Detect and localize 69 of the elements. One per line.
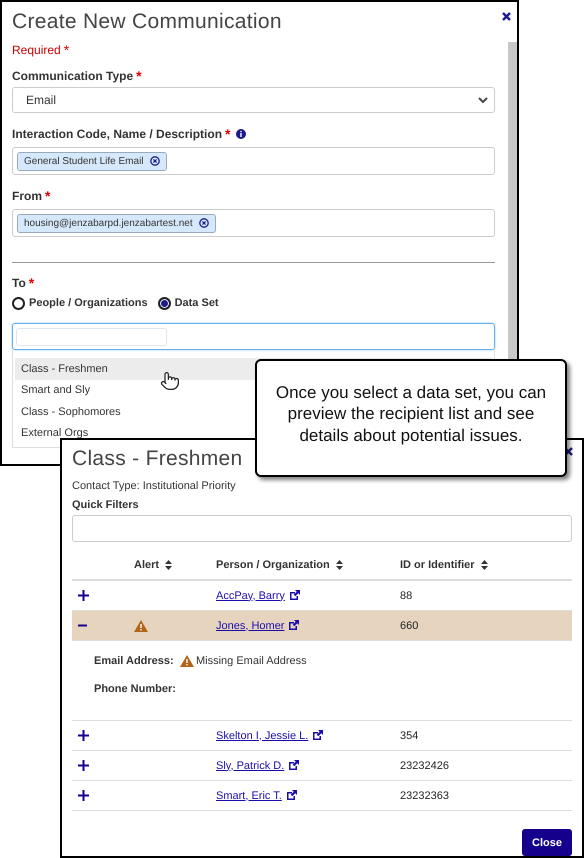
callout-text: Once you select a data set, you can preview the recipient list and see details about potential issues. xyxy=(275,382,547,446)
column-header[interactable]: Alert xyxy=(134,559,160,571)
detail-label: Email Address: xyxy=(94,654,174,668)
column-header[interactable]: ID or Identifier xyxy=(400,559,475,571)
table-cell: 88 xyxy=(400,590,412,602)
warning-icon xyxy=(180,655,194,667)
tag-field[interactable]: housing@jenzabarpd.jenzabartest.net xyxy=(12,209,495,237)
close-button[interactable]: Close xyxy=(522,829,572,856)
data-set-search-field[interactable] xyxy=(12,323,495,350)
quick-filter-field[interactable] xyxy=(72,515,572,542)
field-label: Quick Filters xyxy=(72,498,139,512)
text-input[interactable] xyxy=(16,328,167,346)
expand-icon[interactable] xyxy=(78,730,89,741)
radio-option[interactable]: People / Organizations xyxy=(12,296,148,310)
sort-icon[interactable] xyxy=(336,560,343,570)
required-mark: * xyxy=(28,276,34,290)
field-label: Communication Type xyxy=(12,69,134,83)
person-link[interactable]: Smart, Eric T. xyxy=(216,790,297,802)
sort-icon[interactable] xyxy=(165,560,172,570)
required-mark: * xyxy=(136,69,142,83)
close-icon[interactable] xyxy=(564,447,573,456)
field-label: Interaction Code, Name / Description xyxy=(12,127,222,141)
table-row[interactable]: Skelton I, Jessie L. 354 xyxy=(72,721,572,751)
warning-icon xyxy=(134,620,148,632)
required-note: Required xyxy=(12,43,61,57)
required-mark: * xyxy=(64,43,70,57)
chevron-down-icon xyxy=(478,96,488,104)
dialog-title: Class - Freshmen xyxy=(72,447,243,471)
hand-pointer-icon xyxy=(160,371,180,391)
tag-field[interactable]: General Student Life Email xyxy=(12,147,495,175)
radio-button[interactable] xyxy=(12,296,25,310)
detail-value: Missing Email Address xyxy=(196,654,307,668)
tag-chip: General Student Life Email xyxy=(17,152,167,170)
person-link[interactable]: Jones, Homer xyxy=(216,620,300,632)
expanded-row[interactable]: Jones, Homer 660 xyxy=(72,611,572,641)
required-mark: * xyxy=(225,127,230,141)
external-link-icon xyxy=(288,620,300,631)
field-label: From xyxy=(12,189,42,203)
external-link-icon xyxy=(288,590,300,601)
close-icon[interactable] xyxy=(502,12,511,21)
external-link-icon xyxy=(286,790,297,801)
external-link-icon xyxy=(312,730,324,741)
external-link-icon xyxy=(288,760,300,771)
remove-icon[interactable] xyxy=(198,218,209,228)
dialog-title: Create New Communication xyxy=(12,10,282,34)
radio-button[interactable] xyxy=(158,296,171,310)
field-label: To xyxy=(12,276,26,290)
required-mark: * xyxy=(45,189,50,203)
column-header[interactable]: Person / Organization xyxy=(216,559,330,571)
sort-icon[interactable] xyxy=(480,560,488,570)
expand-icon[interactable] xyxy=(78,790,89,801)
table-row[interactable]: Smart, Eric T. 23232363 xyxy=(72,781,572,811)
radio-option[interactable]: Data Set xyxy=(158,296,219,310)
table-cell: 23232426 xyxy=(400,760,449,772)
person-link[interactable]: AccPay, Barry xyxy=(216,590,300,602)
type-select[interactable]: Email xyxy=(12,87,495,113)
expand-icon[interactable] xyxy=(78,590,89,601)
table-cell: 23232363 xyxy=(400,790,449,802)
contact-type-text: Contact Type: Institutional Priority xyxy=(72,480,236,493)
table-cell: 660 xyxy=(400,620,418,632)
table-cell: 354 xyxy=(400,730,418,742)
table-row[interactable]: Sly, Patrick D. 23232426 xyxy=(72,751,572,781)
tag-chip: housing@jenzabarpd.jenzabartest.net xyxy=(17,214,216,232)
expand-icon[interactable] xyxy=(78,760,89,771)
remove-icon[interactable] xyxy=(150,156,160,166)
detail-label: Phone Number: xyxy=(94,682,176,696)
person-link[interactable]: Skelton I, Jessie L. xyxy=(216,730,324,742)
person-link[interactable]: Sly, Patrick D. xyxy=(216,760,300,772)
info-icon[interactable] xyxy=(236,129,246,139)
